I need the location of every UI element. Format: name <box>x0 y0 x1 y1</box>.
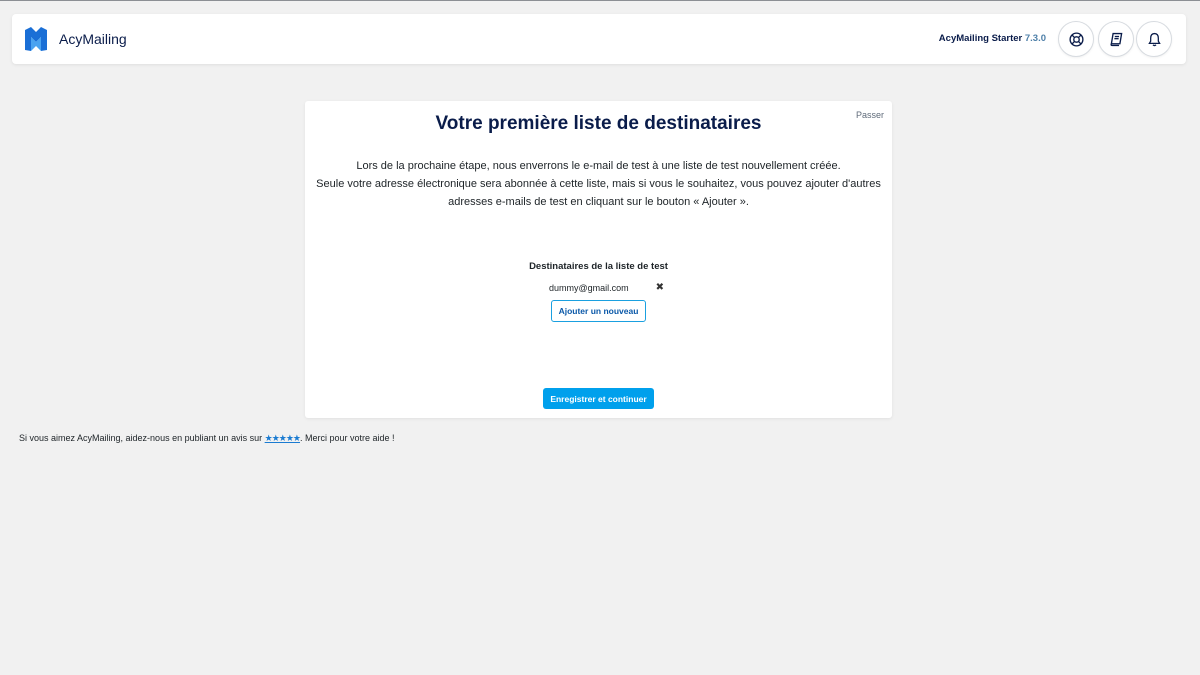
notification-bell-icon <box>1147 32 1161 46</box>
remove-recipient-icon[interactable]: ✖ <box>656 282 664 293</box>
add-recipient-button[interactable]: Ajouter un nouveau <box>551 300 646 322</box>
support-icon <box>1068 31 1084 47</box>
footer-text-after: . Merci pour votre aide ! <box>299 433 395 443</box>
notifications-button[interactable] <box>1136 21 1172 57</box>
edition-label: AcyMailing Starter <box>938 33 1023 44</box>
acymailing-logo-icon <box>25 27 47 51</box>
top-border <box>0 0 1200 1</box>
review-footer: Si vous aimez AcyMailing, aidez-nous en … <box>19 433 395 444</box>
version-info: AcyMailing Starter 7.3.0 <box>932 33 1046 44</box>
footer-text-before: Si vous aimez AcyMailing, aidez-nous en … <box>19 433 265 443</box>
brand-name: AcyMailing <box>59 31 127 47</box>
recipient-row: dummy@gmail.com ✖ <box>549 282 664 297</box>
save-continue-button[interactable]: Enregistrer et continuer <box>543 388 654 409</box>
onboarding-card: Passer Votre première liste de destinata… <box>305 101 892 418</box>
page-title: Votre première liste de destinataires <box>435 113 762 134</box>
recipient-email: dummy@gmail.com <box>549 283 629 293</box>
description-line-2: Seule votre adresse électronique sera ab… <box>316 178 881 190</box>
documentation-book-icon <box>1109 32 1122 46</box>
review-stars-link[interactable]: ★★★★★ <box>265 433 301 443</box>
documentation-button[interactable] <box>1098 21 1134 57</box>
version-number: 7.3.0 <box>1024 33 1046 44</box>
description-line-1: Lors de la prochaine étape, nous enverro… <box>356 160 841 172</box>
test-list-heading: Destinataires de la liste de test <box>529 261 668 272</box>
description-line-3: adresses e-mails de test en cliquant sur… <box>448 196 749 208</box>
step-description: Lors de la prochaine étape, nous enverro… <box>315 157 882 211</box>
support-button[interactable] <box>1058 21 1094 57</box>
app-header: AcyMailing AcyMailing Starter 7.3.0 <box>12 14 1186 64</box>
